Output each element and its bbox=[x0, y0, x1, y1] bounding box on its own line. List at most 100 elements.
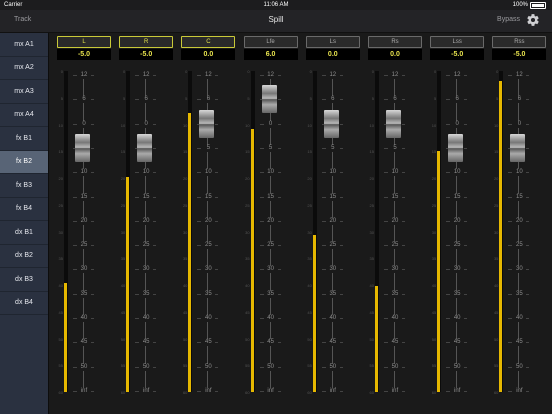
meter-scale-label: 25 bbox=[182, 202, 188, 208]
channel-button-l[interactable]: L bbox=[57, 36, 111, 48]
fader-scale-label: 35 bbox=[388, 290, 402, 298]
sidebar-item-dx-b3[interactable]: dx B3 bbox=[0, 268, 48, 292]
meter-fill bbox=[250, 128, 254, 392]
level-meter: 0 5 10 15 20 25 30 35 40 45 50 55 60 bbox=[307, 69, 319, 395]
meter-scale-label: 55 bbox=[369, 363, 374, 369]
meter-scale-label: 35 bbox=[182, 256, 188, 262]
fader-scale-label: 50 bbox=[201, 363, 216, 371]
meter-scale-label: 50 bbox=[369, 336, 374, 342]
meter-scale-label: 0 bbox=[309, 69, 312, 74]
fader-handle[interactable] bbox=[137, 133, 153, 162]
fader-handle[interactable] bbox=[75, 133, 90, 162]
level-meter: 0 5 10 15 20 25 30 35 40 45 50 55 60 bbox=[494, 69, 505, 395]
fader-scale-label: 25 bbox=[77, 242, 91, 250]
meter-scale-label: 15 bbox=[431, 149, 437, 155]
sidebar-item-mx-a2[interactable]: mx A2 bbox=[0, 57, 48, 80]
fader-scale-label: 5 bbox=[201, 144, 216, 152]
fader-scale-label: 5 bbox=[388, 144, 402, 152]
channel-value: -5.0 bbox=[492, 49, 547, 60]
sidebar-item-dx-b1[interactable]: dx B1 bbox=[0, 221, 48, 245]
sidebar-item-mx-a4[interactable]: mx A4 bbox=[0, 104, 48, 127]
fader-scale-label: 20 bbox=[450, 217, 465, 225]
fader-scale-label: 12 bbox=[388, 72, 402, 79]
gear-icon[interactable] bbox=[526, 13, 540, 27]
meter-scale-label: 5 bbox=[371, 95, 374, 101]
fader-scale-label: 30 bbox=[77, 266, 91, 274]
sidebar-item-fx-b1[interactable]: fx B1 bbox=[0, 127, 48, 151]
meter-scale-label: 5 bbox=[122, 95, 126, 101]
fader-scale-label: 15 bbox=[263, 193, 278, 201]
fader-scale-label: 12 bbox=[201, 72, 216, 79]
fader-scale-label: 25 bbox=[450, 242, 465, 250]
fader-scale-label: 45 bbox=[77, 339, 91, 347]
meter-scale-label: 20 bbox=[431, 176, 437, 181]
fader-scale-label: 50 bbox=[388, 363, 402, 371]
meter-scale-label: 5 bbox=[247, 95, 250, 101]
sidebar-item-dx-b4[interactable]: dx B4 bbox=[0, 292, 48, 315]
fader-scale-label: 50 bbox=[77, 363, 91, 371]
meter-scale-label: 45 bbox=[307, 309, 312, 315]
sidebar-item-mx-a1[interactable]: mx A1 bbox=[0, 33, 48, 57]
meter-scale-label: 30 bbox=[182, 229, 188, 235]
meter-scale-label: 45 bbox=[493, 309, 499, 315]
meter-scale-label: 0 bbox=[433, 69, 437, 74]
meter-scale-label: 5 bbox=[433, 95, 437, 101]
sidebar-item-mx-a3[interactable]: mx A3 bbox=[0, 80, 48, 104]
meter-scale-label: 40 bbox=[182, 283, 188, 288]
fader-handle[interactable] bbox=[448, 133, 464, 162]
meter-scale-label: 30 bbox=[58, 229, 63, 235]
fader-scale-label: 40 bbox=[77, 315, 91, 323]
meter-scale-label: 15 bbox=[245, 149, 250, 155]
fader-scale-label: 35 bbox=[512, 290, 527, 298]
fader-scale-label: 30 bbox=[263, 266, 278, 274]
channel-button-rs[interactable]: Rs bbox=[368, 36, 422, 48]
meter-scale-label: 30 bbox=[369, 229, 374, 235]
sidebar-item-fx-b2[interactable]: fx B2 bbox=[0, 150, 48, 174]
level-meter: 0 5 10 15 20 25 30 35 40 45 50 55 60 bbox=[245, 69, 257, 395]
sidebar-item-dx-b2[interactable]: dx B2 bbox=[0, 245, 48, 268]
meter-scale-label: 60 bbox=[307, 390, 312, 395]
fader-scale-label: 10 bbox=[325, 169, 340, 177]
fader-handle[interactable] bbox=[323, 109, 339, 138]
fader-handle[interactable] bbox=[199, 109, 215, 138]
fader-scale-label: 35 bbox=[139, 290, 154, 298]
fader-scale-label: 20 bbox=[388, 217, 402, 225]
meter-scale-label: 0 bbox=[371, 69, 374, 74]
meter-scale-label: 55 bbox=[431, 363, 437, 369]
channel-button-ls[interactable]: Ls bbox=[305, 36, 360, 48]
fader-handle[interactable] bbox=[386, 109, 401, 138]
sidebar-item-fx-b4[interactable]: fx B4 bbox=[0, 198, 48, 221]
meter-scale-label: 35 bbox=[58, 256, 63, 262]
level-meter: 0 5 10 15 20 25 30 35 40 45 50 55 60 bbox=[59, 69, 70, 395]
channel-button-lss[interactable]: Lss bbox=[430, 36, 485, 48]
fader-scale-label: 35 bbox=[450, 290, 465, 298]
meter-fill bbox=[312, 234, 316, 392]
meter-scale-label: 5 bbox=[309, 95, 312, 101]
fader-scale-label: 6 bbox=[325, 96, 340, 104]
channel-value: 0.0 bbox=[368, 49, 422, 60]
sidebar-item-fx-b3[interactable]: fx B3 bbox=[0, 174, 48, 198]
fader-scale-label: 50 bbox=[139, 363, 154, 371]
fader-scale-label: 25 bbox=[201, 242, 216, 250]
bypass-button[interactable]: Bypass bbox=[497, 16, 520, 23]
meter-scale-label: 10 bbox=[431, 122, 437, 128]
meter-scale-label: 20 bbox=[182, 176, 188, 181]
meter-scale-label: 20 bbox=[493, 176, 499, 181]
channel-button-rss[interactable]: Rss bbox=[492, 36, 547, 48]
fader-handle[interactable] bbox=[510, 133, 526, 162]
channel-button-r[interactable]: R bbox=[119, 36, 174, 48]
meter-fill bbox=[64, 282, 67, 392]
meter-scale-label: 0 bbox=[122, 69, 126, 74]
channel-button-c[interactable]: C bbox=[181, 36, 236, 48]
fader-scale-label: 12 bbox=[450, 72, 465, 79]
meter-scale-label: 40 bbox=[369, 283, 374, 288]
meter-scale-label: 15 bbox=[182, 149, 188, 155]
channel-button-lfe[interactable]: Lfe bbox=[243, 36, 298, 48]
fader-handle[interactable] bbox=[261, 85, 277, 114]
channel-value: 0.0 bbox=[305, 49, 360, 60]
channel-value: -5.0 bbox=[430, 49, 485, 60]
meter-scale-label: 40 bbox=[307, 283, 312, 288]
fader-scale-label: 5 bbox=[325, 144, 340, 152]
fader-scale-label: 6 bbox=[512, 96, 527, 104]
meter-scale-label: 10 bbox=[369, 122, 374, 128]
